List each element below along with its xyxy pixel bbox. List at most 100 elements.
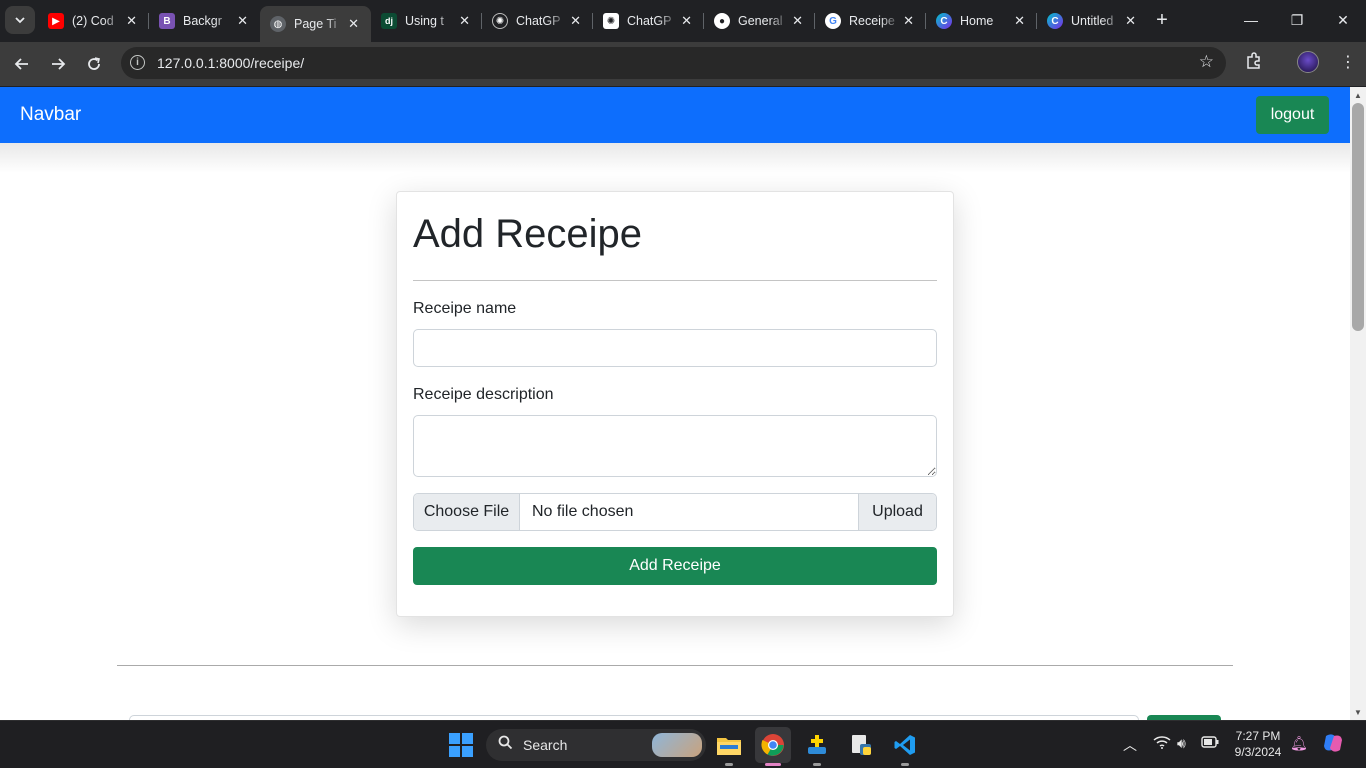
tab-github[interactable]: ● General ✕ (704, 4, 815, 38)
bookmark-star-icon[interactable]: ☆ (1199, 52, 1214, 72)
tab-page-title-active[interactable]: ◍ Page Ti ✕ (260, 6, 371, 42)
bootstrap-icon: B (159, 13, 175, 29)
tab-title: Home (960, 14, 994, 28)
minimize-icon[interactable]: — (1228, 0, 1274, 40)
site-navbar: Navbar logout (0, 87, 1350, 143)
taskbar-search[interactable]: Search (486, 729, 706, 761)
close-icon[interactable]: ✕ (237, 13, 248, 29)
page-viewport: Navbar logout Add Receipe Receipe name R… (0, 87, 1366, 720)
close-icon[interactable]: ✕ (459, 13, 470, 29)
tab-chatgpt-1[interactable]: ✺ ChatGP ✕ (482, 4, 593, 38)
navbar-shadow (0, 143, 1350, 173)
windows-taskbar: Search ︿ 🔊︎ 7:27 PM 9/3/2024 🔔︎ (0, 720, 1366, 768)
tab-django[interactable]: dj Using t ✕ (371, 4, 482, 38)
running-indicator (901, 763, 909, 766)
close-icon[interactable]: ✕ (126, 13, 137, 29)
tab-title: Backgr (183, 14, 222, 28)
tab-chatgpt-2[interactable]: ✺ ChatGP ✕ (593, 4, 704, 38)
show-hidden-icons-chevron-icon[interactable]: ︿ (1123, 735, 1137, 755)
close-icon[interactable]: ✕ (1014, 13, 1025, 29)
tab-title: ChatGP (516, 14, 561, 28)
browser-toolbar: i 127.0.0.1:8000/receipe/ ☆ ⋮ (0, 42, 1366, 86)
file-input-group: Choose File No file chosen Upload (413, 493, 937, 531)
close-icon[interactable]: ✕ (348, 16, 359, 32)
tab-title: Untitled (1071, 14, 1114, 28)
tab-search-button[interactable] (5, 6, 35, 34)
chevron-down-icon (15, 17, 25, 24)
globe-icon: ◍ (270, 16, 286, 32)
add-receipe-form-card: Add Receipe Receipe name Receipe descrip… (396, 191, 954, 617)
running-indicator (725, 763, 733, 766)
reload-icon[interactable] (80, 50, 108, 78)
close-icon[interactable]: ✕ (570, 13, 581, 29)
close-icon[interactable]: ✕ (681, 13, 692, 29)
close-icon[interactable]: ✕ (1125, 13, 1136, 29)
youtube-icon: ▶ (48, 13, 64, 29)
clock-time: 7:27 PM (1235, 729, 1281, 743)
back-arrow-icon[interactable] (8, 50, 36, 78)
vscode-icon[interactable] (887, 727, 923, 766)
site-info-icon[interactable]: i (130, 55, 145, 70)
more-menu-icon[interactable]: ⋮ (1340, 52, 1356, 72)
search-placeholder: Search (523, 737, 568, 753)
wifi-icon[interactable] (1153, 735, 1171, 752)
tab-bootstrap[interactable]: B Backgr ✕ (149, 4, 260, 38)
openai-icon: ✺ (492, 13, 508, 29)
windows-start-icon[interactable] (443, 727, 479, 763)
file-explorer-icon[interactable] (711, 727, 747, 766)
github-icon: ● (714, 13, 730, 29)
choose-file-button[interactable]: Choose File (414, 494, 520, 530)
tab-title: Page Ti (294, 17, 337, 31)
receipe-description-textarea[interactable] (413, 415, 937, 477)
logout-button[interactable]: logout (1256, 96, 1329, 134)
battery-icon[interactable] (1201, 735, 1219, 751)
profile-avatar[interactable] (1297, 51, 1319, 73)
app-icon-plus[interactable] (799, 727, 835, 766)
restore-icon[interactable]: ❐ (1274, 0, 1320, 40)
navbar-brand[interactable]: Navbar (20, 104, 81, 126)
heading-divider (413, 280, 937, 281)
chrome-icon[interactable] (755, 727, 791, 766)
tab-canva-untitled[interactable]: C Untitled ✕ (1037, 4, 1148, 38)
tab-google-receipe[interactable]: G Receipe ✕ (815, 4, 926, 38)
tab-strip: ▶ (2) Cod ✕ B Backgr ✕ ◍ Page Ti ✕ dj Us… (0, 0, 1366, 42)
clock-date: 9/3/2024 (1234, 745, 1282, 759)
tab-title: General (738, 14, 783, 28)
copilot-icon[interactable] (1322, 732, 1344, 757)
add-receipe-submit-button[interactable]: Add Receipe (413, 547, 937, 585)
tab-youtube[interactable]: ▶ (2) Cod ✕ (38, 4, 149, 38)
tab-canva-home[interactable]: C Home ✕ (926, 4, 1037, 38)
url-text[interactable]: 127.0.0.1:8000/receipe/ (157, 55, 304, 71)
tab-list: ▶ (2) Cod ✕ B Backgr ✕ ◍ Page Ti ✕ dj Us… (38, 0, 1148, 42)
close-icon[interactable]: ✕ (792, 13, 803, 29)
page-scrollbar[interactable]: ▲ ▼ (1350, 87, 1366, 720)
receipe-description-label: Receipe description (413, 386, 554, 403)
canva-icon: C (1047, 13, 1063, 29)
volume-icon[interactable]: 🔊︎ (1177, 735, 1186, 752)
forward-arrow-icon[interactable] (44, 50, 72, 78)
python-document-icon[interactable] (843, 727, 879, 763)
search-highlight-image (652, 733, 702, 757)
new-tab-plus-icon[interactable]: + (1150, 8, 1174, 32)
close-icon[interactable]: ✕ (903, 13, 914, 29)
running-indicator (813, 763, 821, 766)
django-icon: dj (381, 13, 397, 29)
scroll-up-arrow-icon[interactable]: ▲ (1354, 91, 1362, 100)
upload-button[interactable]: Upload (858, 494, 936, 530)
form-heading: Add Receipe (413, 212, 643, 256)
tab-title: (2) Cod (72, 14, 114, 28)
canva-icon: C (936, 13, 952, 29)
address-bar[interactable]: i 127.0.0.1:8000/receipe/ ☆ (121, 47, 1226, 79)
search-icon (498, 735, 513, 754)
notification-bell-icon[interactable]: 🔔︎ (1290, 735, 1308, 752)
openai-icon: ✺ (603, 13, 619, 29)
google-icon: G (825, 13, 841, 29)
receipe-name-input[interactable] (413, 329, 937, 367)
tab-title: Receipe (849, 14, 895, 28)
tab-title: ChatGP (627, 14, 672, 28)
system-clock[interactable]: 7:27 PM 9/3/2024 (1228, 728, 1288, 760)
scrollbar-thumb[interactable] (1352, 103, 1364, 331)
scroll-down-arrow-icon[interactable]: ▼ (1354, 708, 1362, 717)
extensions-puzzle-icon[interactable] (1245, 52, 1263, 75)
window-close-icon[interactable]: ✕ (1320, 0, 1366, 40)
